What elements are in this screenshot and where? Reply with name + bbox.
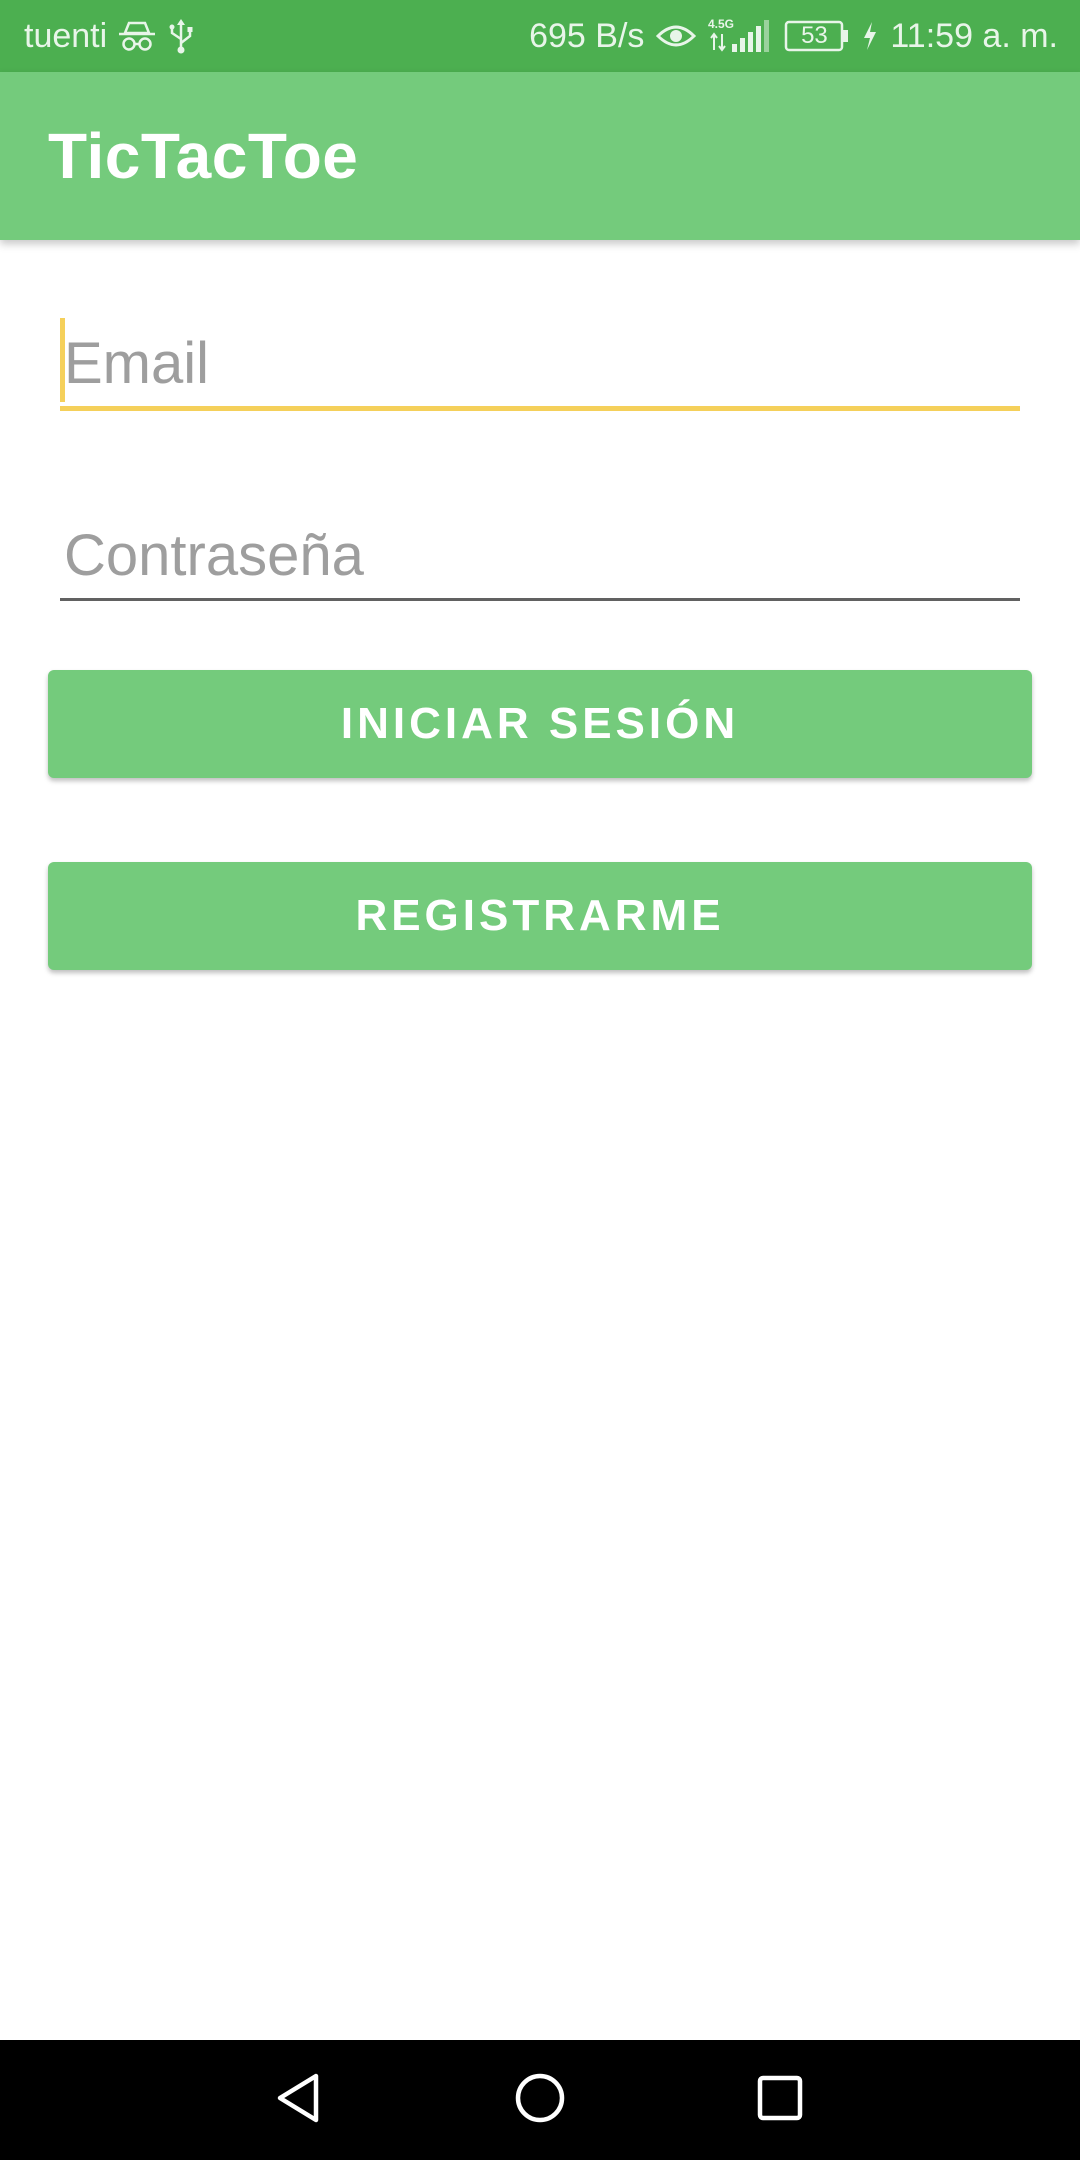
register-button-label: REGISTRARME: [355, 891, 725, 940]
navigation-bar: [0, 2040, 1080, 2160]
email-field-container: [60, 318, 1020, 411]
clock: 11:59 a. m.: [890, 16, 1058, 55]
battery-level: 53: [801, 22, 828, 49]
login-screen: tuenti 695 B/s 4.5G 53 11:59 a. m. TicTa…: [0, 0, 1080, 2160]
recents-button[interactable]: [740, 2060, 820, 2140]
login-button[interactable]: INICIAR SESIÓN: [48, 670, 1032, 778]
register-button[interactable]: REGISTRARME: [48, 862, 1032, 970]
text-cursor: [60, 318, 65, 402]
email-field[interactable]: [60, 320, 1020, 406]
status-right: 695 B/s 4.5G 53 11:59 a. m.: [529, 16, 1058, 56]
net-speed: 695 B/s: [529, 16, 645, 55]
app-bar: TicTacToe: [0, 72, 1080, 240]
carrier-label: tuenti: [24, 16, 108, 55]
app-title: TicTacToe: [48, 120, 359, 192]
battery-icon: 53: [784, 19, 850, 53]
network-type-label: 4.5G: [708, 17, 734, 31]
home-button[interactable]: [500, 2060, 580, 2140]
back-icon: [272, 2070, 328, 2131]
status-bar: tuenti 695 B/s 4.5G 53 11:59 a. m.: [0, 0, 1080, 72]
incognito-icon: [117, 19, 157, 53]
password-field-container: [60, 512, 1020, 601]
usb-icon: [167, 17, 195, 55]
back-button[interactable]: [260, 2060, 340, 2140]
charging-icon: [862, 21, 878, 51]
login-button-label: INICIAR SESIÓN: [340, 699, 740, 748]
recents-icon: [752, 2070, 808, 2131]
eye-icon: [656, 21, 697, 51]
status-left: tuenti: [24, 17, 195, 56]
password-field[interactable]: [60, 512, 1020, 598]
home-icon: [512, 2070, 568, 2131]
signal-icon: 4.5G: [708, 16, 772, 56]
